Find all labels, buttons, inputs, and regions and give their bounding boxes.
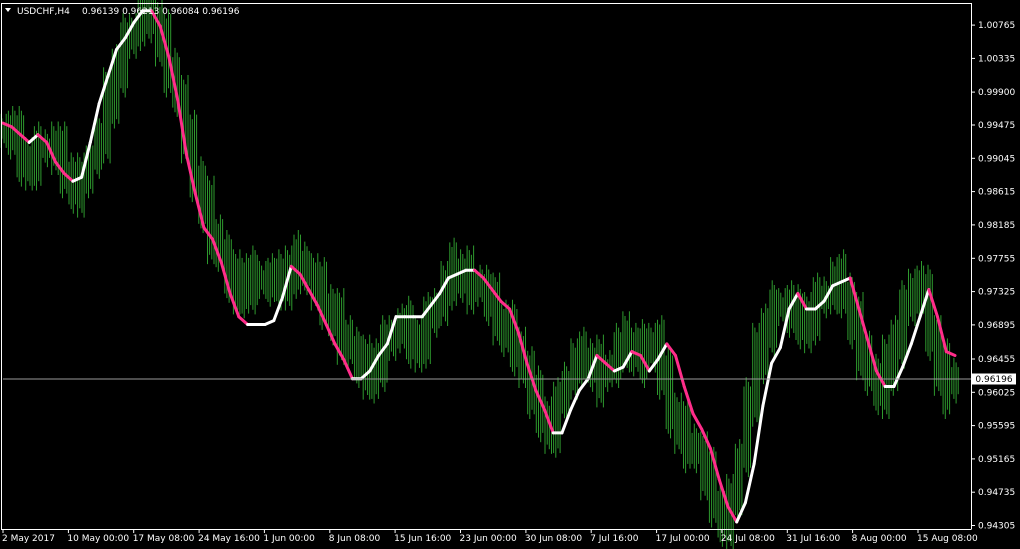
y-tick-label: 0.98615 [978,188,1015,198]
x-tick-label: 8 Jun 08:00 [329,534,381,544]
y-tick-label: 0.97325 [978,288,1015,298]
x-tick-label: 10 May 00:00 [67,534,129,544]
y-tick-label: 0.95595 [978,422,1015,432]
x-tick-label: 15 Aug 08:00 [917,534,978,544]
x-tick-label: 8 Aug 00:00 [852,534,907,544]
x-tick-label: 24 Jul 08:00 [721,534,775,544]
y-tick-label: 0.99900 [978,88,1015,98]
x-tick-label: 1 Jun 00:00 [263,534,315,544]
x-tick-label: 17 May 08:00 [133,534,195,544]
y-tick-label: 0.99475 [978,121,1015,131]
chart-header[interactable]: USDCHF,H4 0.96139 0.96213 0.96084 0.9619… [5,7,240,17]
y-tick-label: 0.98185 [978,221,1015,231]
chart-background [0,0,1020,549]
y-tick-label: 1.00765 [978,21,1015,31]
y-tick-label: 0.96025 [978,388,1015,398]
x-tick-label: 31 Jul 16:00 [786,534,840,544]
y-tick-label: 0.97755 [978,254,1015,264]
current-price-tag: 0.96196 [972,373,1016,385]
price-chart[interactable]: 1.00765 1.00335 0.99900 0.99475 0.99045 0.986… [0,0,1020,549]
x-tick-label: 15 Jun 16:00 [394,534,451,544]
ohlc-values: 0.96139 0.96213 0.96084 0.96196 [82,7,240,17]
price-tag-text: 0.96196 [975,375,1012,385]
x-tick-label: 2 May 2017 [2,534,55,544]
y-tick-label: 1.00335 [978,54,1015,64]
x-tick-label: 7 Jul 16:00 [590,534,639,544]
y-tick-label: 0.96895 [978,321,1015,331]
y-tick-label: 0.99045 [978,154,1015,164]
x-tick-label: 17 Jul 00:00 [656,534,710,544]
x-tick-label: 23 Jun 00:00 [460,534,517,544]
y-tick-label: 0.94735 [978,488,1015,498]
y-tick-label: 0.94305 [978,522,1015,532]
symbol-label: USDCHF,H4 [17,7,70,17]
y-tick-label: 0.96455 [978,355,1015,365]
y-tick-label: 0.95165 [978,455,1015,465]
x-tick-label: 24 May 16:00 [198,534,260,544]
x-tick-label: 30 Jun 08:00 [525,534,582,544]
